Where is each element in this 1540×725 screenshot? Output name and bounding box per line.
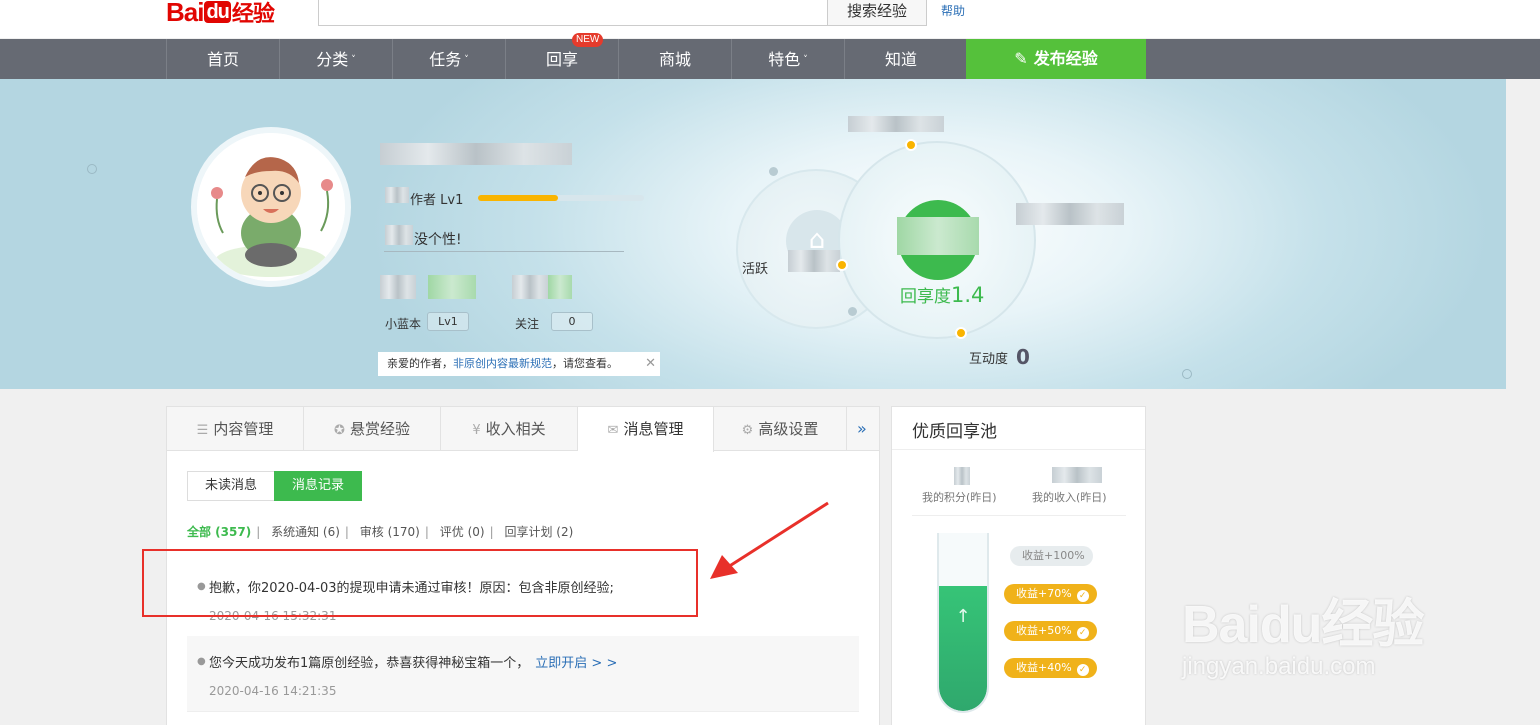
baidu-watermark: Baidu经验 jingyan.baidu.com [1182,582,1424,681]
watermark-sub: jingyan.baidu.com [1182,653,1376,680]
watermark-main: Baidu经验 [1182,596,1424,654]
